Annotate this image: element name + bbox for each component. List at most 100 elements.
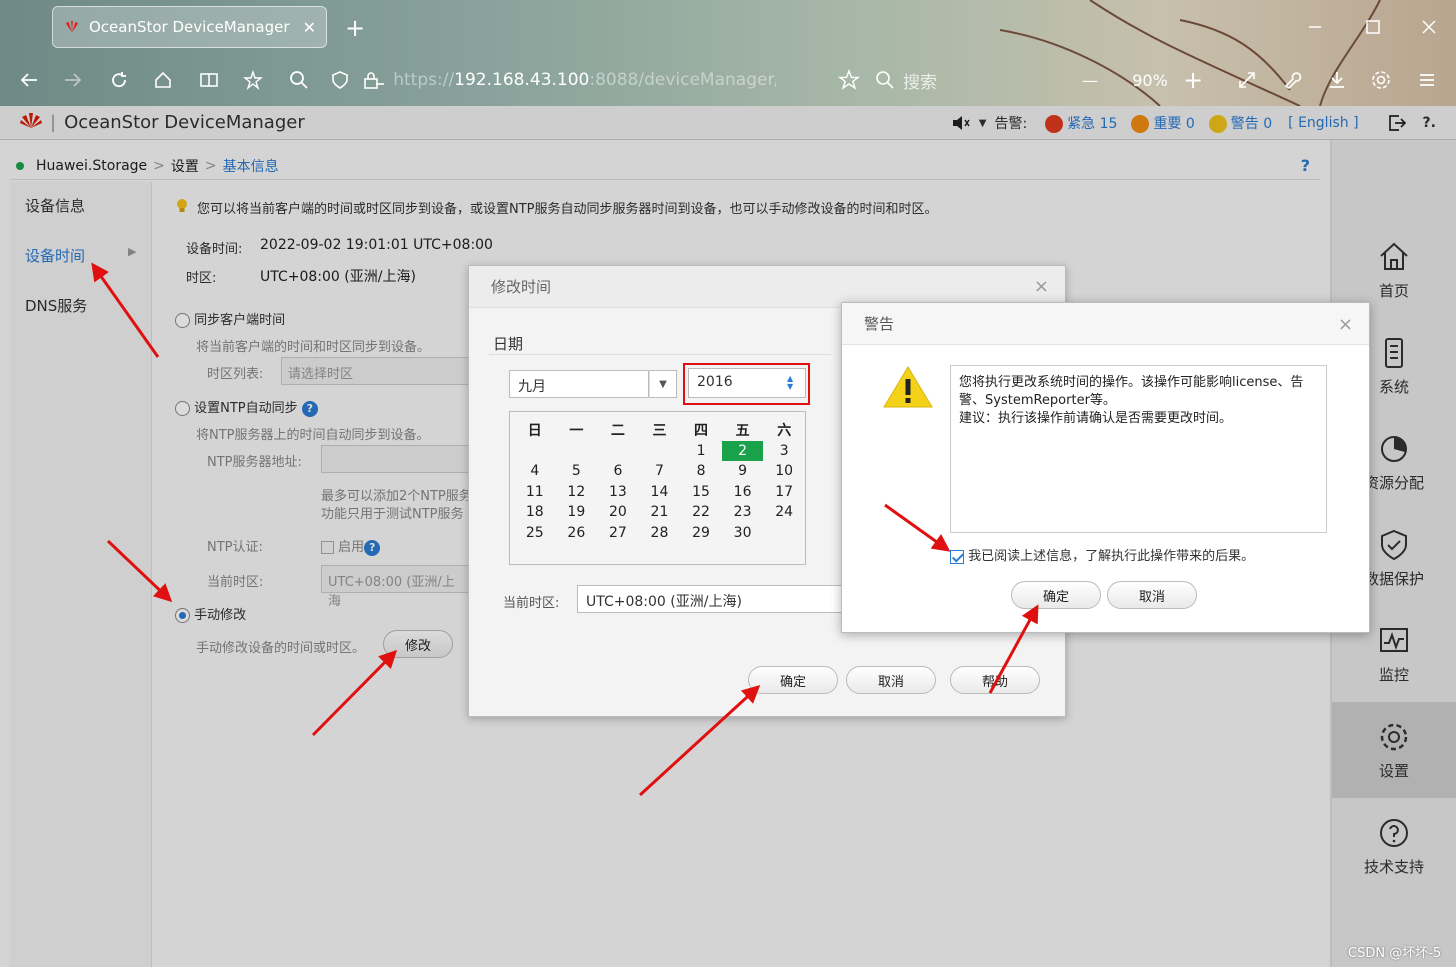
calendar-day[interactable]: 25	[514, 523, 556, 544]
weekday-header: 五	[735, 423, 750, 440]
favorite-star-icon[interactable]	[838, 69, 860, 91]
month-select[interactable]: 九月	[509, 370, 649, 398]
weekday-header: 三	[652, 423, 667, 440]
warning-ok-button[interactable]: 确定	[1011, 581, 1101, 609]
warning-triangle-icon	[883, 366, 933, 408]
search-placeholder: 搜索	[903, 72, 937, 93]
fullscreen-icon[interactable]	[1232, 65, 1262, 95]
warning-dialog: 警告 × 您将执行更改系统时间的操作。该操作可能影响license、告 警、Sy…	[841, 302, 1370, 633]
calendar-day	[597, 441, 639, 462]
calendar-day[interactable]: 26	[556, 523, 598, 544]
calendar-day[interactable]: 4	[514, 461, 556, 482]
huawei-logo-icon	[65, 20, 79, 33]
annotation-highlight-box	[683, 363, 810, 405]
back-icon[interactable]	[14, 65, 44, 95]
insecure-lock-icon	[363, 72, 384, 89]
calendar-day[interactable]: 1	[680, 441, 722, 462]
acknowledge-label: 我已阅读上述信息，了解执行此操作带来的后果。	[968, 549, 1255, 564]
menu-icon[interactable]	[1412, 65, 1442, 95]
calendar-day[interactable]: 20	[597, 502, 639, 523]
home-icon[interactable]	[148, 65, 178, 95]
calendar-day[interactable]: 18	[514, 502, 556, 523]
weekday-header: 六	[777, 423, 792, 440]
calendar-day[interactable]: 12	[556, 482, 598, 503]
calendar-day[interactable]: 23	[722, 502, 764, 523]
tab-title: OceanStor DeviceManager	[89, 18, 290, 36]
reload-icon[interactable]	[104, 65, 134, 95]
help-button[interactable]: 帮助	[950, 666, 1040, 694]
ok-button[interactable]: 确定	[748, 666, 838, 694]
tab-close-icon[interactable]: ✕	[303, 18, 316, 37]
calendar-day[interactable]: 24	[763, 502, 805, 523]
address-bar[interactable]: https://192.168.43.100:8088/deviceManage…	[330, 60, 860, 100]
reader-view-icon[interactable]	[194, 65, 224, 95]
calendar-day[interactable]: 7	[639, 461, 681, 482]
calendar-day[interactable]: 21	[639, 502, 681, 523]
dialog-title: 警告	[842, 303, 1369, 345]
weekday-header: 日	[527, 423, 542, 440]
forward-icon[interactable]	[58, 65, 88, 95]
calendar-week: 25 26 27 28 29 30	[514, 523, 805, 544]
zoom-in-button[interactable]: +	[1178, 65, 1208, 95]
new-tab-button[interactable]: +	[340, 13, 370, 43]
calendar-day[interactable]: 13	[597, 482, 639, 503]
calendar-day[interactable]: 9	[722, 461, 764, 482]
weekday-header: 二	[610, 423, 625, 440]
calendar-day[interactable]: 30	[722, 523, 764, 544]
calendar-day	[514, 441, 556, 462]
search-icon[interactable]	[284, 65, 314, 95]
browser-search-box[interactable]: 搜索	[865, 60, 1080, 100]
dialog-close-icon[interactable]: ×	[1034, 276, 1049, 297]
browser-tab[interactable]: OceanStor DeviceManager ✕	[52, 6, 327, 48]
calendar-day-selected[interactable]: 2	[721, 440, 764, 461]
url-text[interactable]: https://192.168.43.100:8088/deviceManage…	[393, 70, 776, 90]
calendar-day[interactable]: 22	[680, 502, 722, 523]
warning-cancel-button[interactable]: 取消	[1107, 581, 1197, 609]
warning-line: 建议：执行该操作前请确认是否需要更改时间。	[959, 411, 1233, 426]
date-label: 日期	[493, 335, 524, 353]
warning-line: 您将执行更改系统时间的操作。该操作可能影响license、告	[959, 375, 1304, 390]
calendar-day[interactable]: 5	[556, 461, 598, 482]
calendar-day[interactable]: 16	[722, 482, 764, 503]
checkbox-checked-icon[interactable]	[950, 549, 964, 564]
calendar-day	[763, 523, 805, 544]
calendar-day[interactable]: 14	[639, 482, 681, 503]
window-close-icon[interactable]	[1414, 12, 1444, 42]
calendar-week: 4 5 6 7 8 9 10	[514, 461, 805, 482]
calendar-day[interactable]: 19	[556, 502, 598, 523]
divider	[489, 354, 831, 355]
minimize-icon[interactable]	[1300, 12, 1330, 42]
calendar-day	[556, 441, 598, 462]
calendar-day[interactable]: 28	[639, 523, 681, 544]
calendar-day[interactable]: 10	[763, 461, 805, 482]
month-dropdown-icon[interactable]: ▼	[649, 370, 677, 398]
maximize-icon[interactable]	[1358, 12, 1388, 42]
tools-wrench-icon[interactable]	[1277, 65, 1307, 95]
download-icon[interactable]	[1322, 65, 1352, 95]
bookmark-star-icon[interactable]	[238, 65, 268, 95]
warning-message: 您将执行更改系统时间的操作。该操作可能影响license、告 警、SystemR…	[950, 365, 1327, 533]
calendar-day[interactable]: 15	[680, 482, 722, 503]
weekday-header: 四	[694, 423, 709, 440]
watermark: CSDN @坏坏-5	[1348, 946, 1442, 961]
acknowledge-checkbox[interactable]: 我已阅读上述信息，了解执行此操作带来的后果。	[950, 545, 1254, 564]
calendar-week: 18 19 20 21 22 23 24	[514, 502, 805, 523]
shield-icon	[332, 71, 348, 89]
calendar-day[interactable]: 29	[680, 523, 722, 544]
calendar: 日 一 二 三 四 五 六 1 2 3 4 5 6 7 8 9 10 11 12…	[509, 411, 806, 565]
dialog-close-icon[interactable]: ×	[1338, 314, 1353, 335]
calendar-day[interactable]: 27	[597, 523, 639, 544]
calendar-day[interactable]: 6	[597, 461, 639, 482]
dialog-tz-select[interactable]: UTC+08:00 (亚洲/上海)	[577, 585, 847, 613]
weekday-row: 日 一 二 三 四 五 六	[514, 420, 805, 441]
calendar-day[interactable]: 11	[514, 482, 556, 503]
settings-gear-icon[interactable]	[1366, 65, 1396, 95]
calendar-day[interactable]: 17	[763, 482, 805, 503]
cancel-button[interactable]: 取消	[846, 666, 936, 694]
calendar-day[interactable]: 8	[680, 461, 722, 482]
calendar-day	[639, 441, 681, 462]
browser-chrome: OceanStor DeviceManager ✕ + https://192.…	[0, 0, 1456, 106]
search-box-icon	[876, 71, 894, 89]
zoom-out-button[interactable]: —	[1075, 65, 1105, 95]
calendar-day[interactable]: 3	[763, 441, 805, 462]
